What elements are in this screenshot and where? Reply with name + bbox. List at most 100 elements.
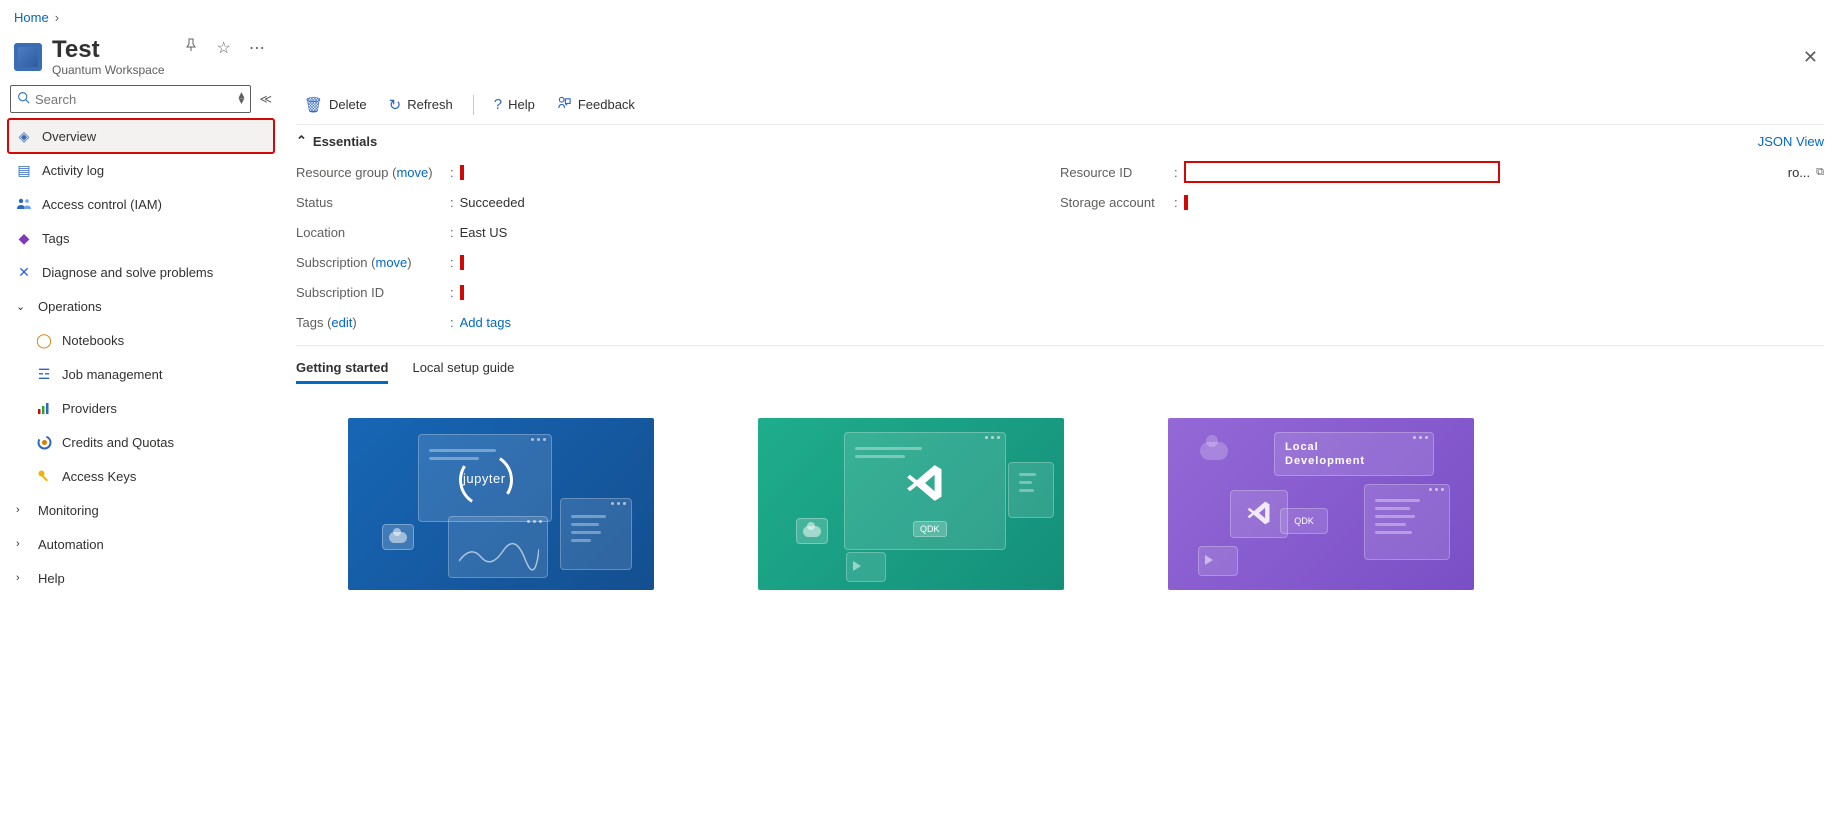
chevron-down-icon: ⌄ — [16, 300, 28, 313]
essentials-label: Status — [296, 195, 444, 210]
toolbar: 🗑 Delete ↻ Refresh ? Help Feedback — [296, 85, 1824, 125]
overview-icon: ◈ — [16, 128, 32, 144]
sidebar-item-notebooks[interactable]: ◯ Notebooks — [8, 323, 274, 357]
tab-local-setup[interactable]: Local setup guide — [412, 360, 514, 384]
vscode-icon — [1245, 499, 1273, 527]
card-jupyter[interactable]: jupyter — [348, 418, 654, 590]
breadcrumb-home[interactable]: Home — [14, 10, 49, 25]
search-input[interactable] — [11, 88, 250, 111]
sidebar-item-providers[interactable]: Providers — [8, 391, 274, 425]
star-icon[interactable]: ☆ — [217, 38, 231, 58]
toolbar-label: Help — [508, 97, 535, 112]
page-header: Test Quantum Workspace ☆ ⋯ ✕ — [0, 35, 1838, 85]
search-updown-icon[interactable]: ▲▼ — [237, 93, 247, 105]
page-title: Test — [52, 37, 165, 63]
json-view-link[interactable]: JSON View — [1758, 134, 1824, 149]
essentials-toggle[interactable]: ⌃ Essentials — [296, 133, 377, 149]
sidebar-item-label: Activity log — [42, 163, 104, 178]
copy-icon[interactable]: ⧉ — [1816, 166, 1824, 179]
qdk-badge: QDK — [1294, 516, 1314, 526]
refresh-icon: ↻ — [389, 96, 402, 114]
sidebar-item-label: Access control (IAM) — [42, 197, 162, 212]
toolbar-label: Feedback — [578, 97, 635, 112]
collapse-sidebar-icon[interactable]: ≪ — [259, 92, 272, 106]
sidebar-section-label: Help — [38, 571, 65, 586]
essentials-panel: Resource group (move) : Status : Succeed… — [296, 157, 1824, 346]
sidebar-item-access-keys[interactable]: Access Keys — [8, 459, 274, 493]
chevron-right-icon: › — [16, 572, 28, 584]
move-link[interactable]: move — [396, 165, 428, 180]
sidebar-item-overview[interactable]: ◈ Overview — [8, 119, 274, 153]
help-icon: ? — [494, 96, 502, 113]
sidebar-item-label: Overview — [42, 129, 96, 144]
sidebar-item-tags[interactable]: ◆ Tags — [8, 221, 274, 255]
sidebar-item-label: Credits and Quotas — [62, 435, 174, 450]
move-link[interactable]: move — [376, 255, 408, 270]
quantum-workspace-icon — [14, 43, 42, 71]
sidebar-section-label: Monitoring — [38, 503, 99, 518]
essentials-header: Essentials — [313, 134, 377, 149]
sidebar-section-automation[interactable]: › Automation — [8, 527, 274, 561]
diagnose-icon: ✕ — [16, 264, 32, 280]
close-icon[interactable]: ✕ — [1797, 41, 1824, 74]
sidebar-section-monitoring[interactable]: › Monitoring — [8, 493, 274, 527]
main-content: 🗑 Delete ↻ Refresh ? Help Feedback ⌃ — [282, 85, 1838, 614]
delete-icon: 🗑 — [304, 96, 323, 114]
essentials-label: Storage account — [1060, 195, 1168, 210]
delete-button[interactable]: 🗑 Delete — [296, 92, 375, 118]
getting-started-cards: jupyter — [296, 394, 1824, 614]
sidebar-item-label: Access Keys — [62, 469, 136, 484]
sidebar-item-credits-quotas[interactable]: Credits and Quotas — [8, 425, 274, 459]
feedback-button[interactable]: Feedback — [549, 91, 643, 118]
sidebar-item-diagnose[interactable]: ✕ Diagnose and solve problems — [8, 255, 274, 289]
storage-account-value[interactable] — [1184, 195, 1188, 210]
card-text: Development — [1285, 455, 1365, 467]
pin-icon[interactable] — [183, 37, 199, 58]
resource-id-value[interactable] — [1184, 161, 1500, 183]
vscode-icon — [903, 461, 947, 505]
access-control-icon — [16, 196, 32, 212]
card-local-development[interactable]: Local Development QDK — [1168, 418, 1474, 590]
notebooks-icon: ◯ — [36, 332, 52, 348]
sidebar-section-operations[interactable]: ⌄ Operations — [8, 289, 274, 323]
toolbar-label: Delete — [329, 97, 367, 112]
cloud-icon — [1200, 442, 1228, 460]
status-value: Succeeded — [460, 195, 1060, 210]
add-tags-link[interactable]: Add tags — [460, 315, 511, 330]
sidebar-item-activity-log[interactable]: ▤ Activity log — [8, 153, 274, 187]
tab-getting-started[interactable]: Getting started — [296, 360, 388, 384]
sidebar-section-help[interactable]: › Help — [8, 561, 274, 595]
tags-icon: ◆ — [16, 230, 32, 246]
sidebar-section-label: Automation — [38, 537, 104, 552]
sidebar-item-label: Notebooks — [62, 333, 124, 348]
help-button[interactable]: ? Help — [486, 92, 543, 117]
sidebar-item-job-management[interactable]: ☲ Job management — [8, 357, 274, 391]
essentials-label: Subscription ID — [296, 285, 444, 300]
chevron-right-icon: › — [16, 504, 28, 516]
sidebar-item-label: Tags — [42, 231, 69, 246]
providers-icon — [36, 400, 52, 416]
resource-group-value[interactable] — [460, 165, 464, 180]
essentials-label: Subscription (move) — [296, 255, 444, 270]
sidebar-section-label: Operations — [38, 299, 102, 314]
refresh-button[interactable]: ↻ Refresh — [381, 92, 461, 118]
essentials-label: Location — [296, 225, 444, 240]
essentials-label: Resource ID — [1060, 165, 1168, 180]
tabs: Getting started Local setup guide — [296, 346, 1824, 394]
card-text: Local — [1285, 441, 1319, 453]
location-value: East US — [460, 225, 1060, 240]
edit-link[interactable]: edit — [331, 315, 352, 330]
sidebar-search[interactable]: ▲▼ — [10, 85, 251, 113]
search-icon — [17, 91, 30, 107]
page-subtitle: Quantum Workspace — [52, 63, 165, 77]
card-vscode-qdk[interactable]: QDK — [758, 418, 1064, 590]
subscription-id-value[interactable] — [460, 285, 464, 300]
sidebar-item-access-control[interactable]: Access control (IAM) — [8, 187, 274, 221]
toolbar-separator — [473, 95, 474, 115]
more-icon[interactable]: ⋯ — [249, 38, 265, 58]
subscription-value[interactable] — [460, 255, 464, 270]
credits-icon — [36, 434, 52, 450]
key-icon — [36, 468, 52, 484]
feedback-icon — [557, 95, 572, 114]
activity-log-icon: ▤ — [16, 162, 32, 178]
